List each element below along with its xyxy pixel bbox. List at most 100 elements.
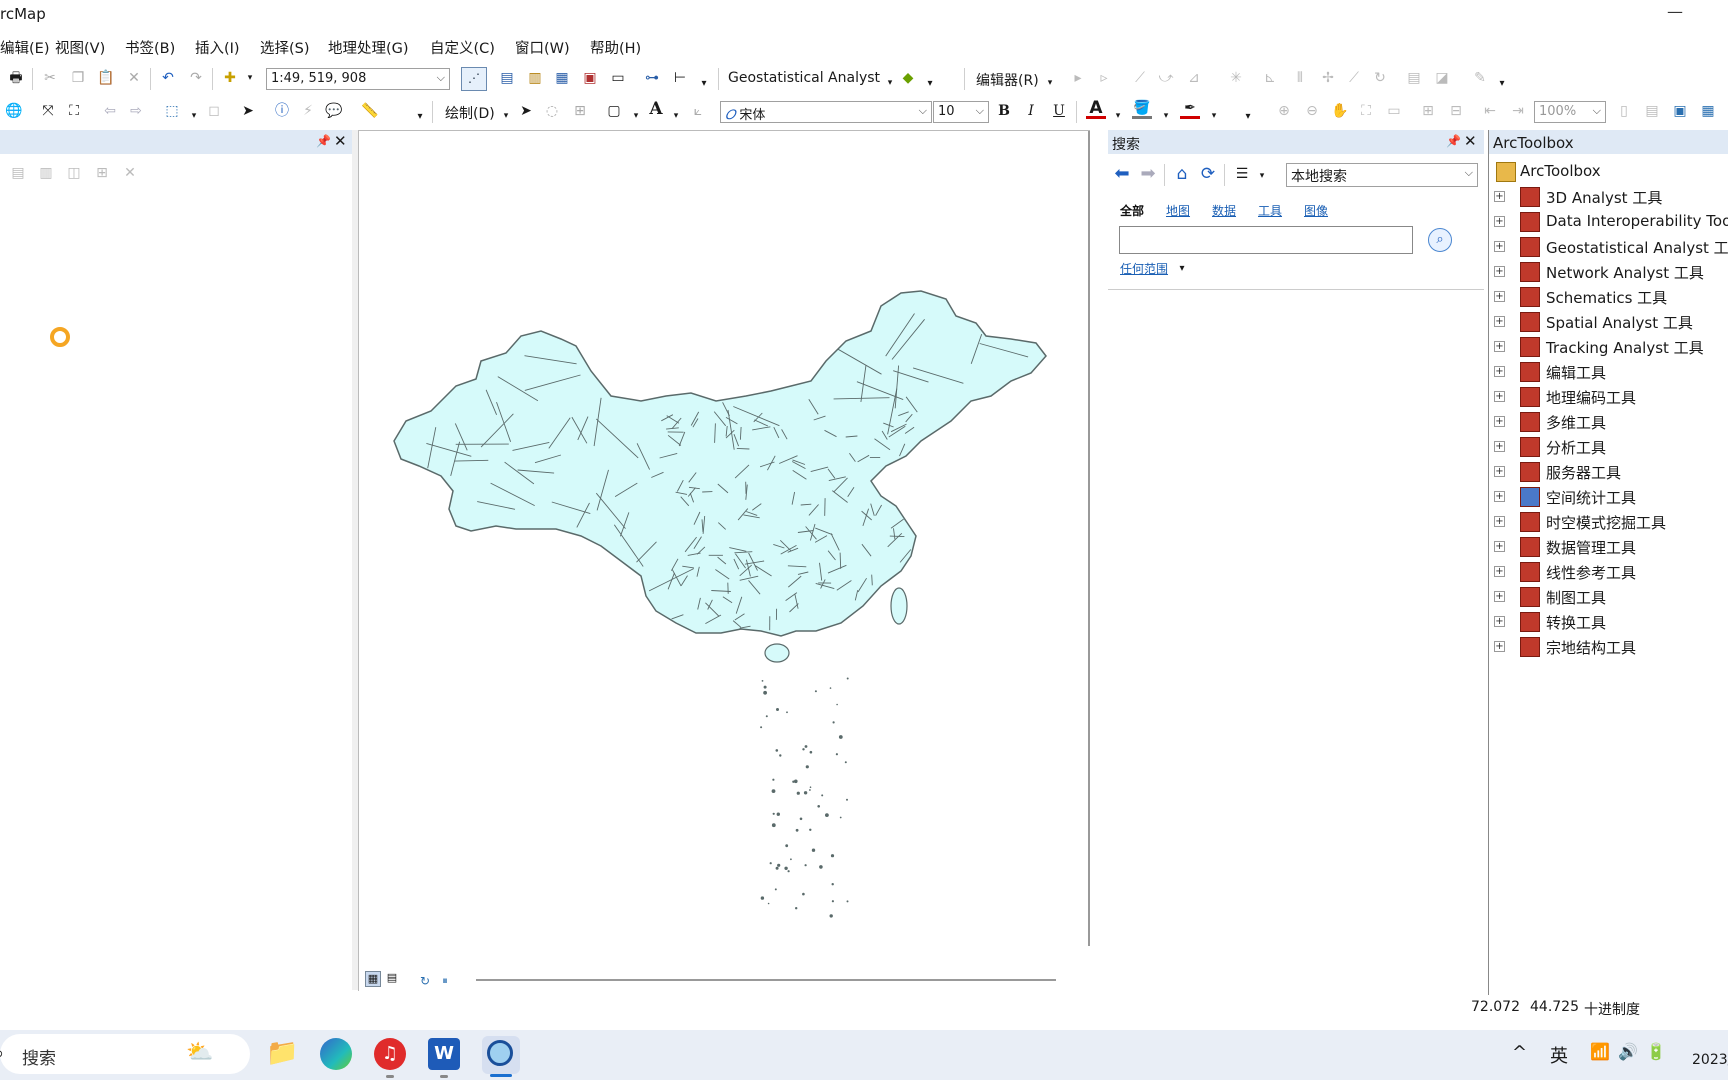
catalog-icon[interactable]: ▥ [525, 68, 545, 88]
toolbar-options-icon[interactable]: ▾ [920, 74, 940, 94]
toolbar-options-icon[interactable]: ▾ [1238, 107, 1258, 127]
menu-view[interactable]: 视图(V) [55, 37, 105, 58]
paste-icon[interactable]: 📋 [96, 68, 116, 88]
edit-tool-icon[interactable]: ▸ [1068, 68, 1088, 88]
expand-icon[interactable]: + [1494, 316, 1505, 327]
layout-view-icon[interactable]: ▤ [385, 971, 399, 985]
fixed-zoom-out-layout-icon[interactable]: ⊟ [1446, 101, 1466, 121]
layout-zoom-out-icon[interactable]: ⊖ [1302, 101, 1322, 121]
zoom-100-icon[interactable]: ▭ [1384, 101, 1404, 121]
close-icon[interactable]: ✕ [1464, 132, 1477, 150]
chevron-down-icon[interactable]: ▾ [880, 73, 900, 93]
search-icon[interactable]: ⌕ [1428, 228, 1452, 252]
menu-insert[interactable]: 插入(I) [195, 37, 240, 58]
expand-icon[interactable]: + [1494, 516, 1505, 527]
editor-toolbar-icon[interactable]: ⋰ [461, 67, 487, 91]
file-explorer-icon[interactable]: 📁 [266, 1038, 298, 1068]
battery-icon[interactable]: 🔋 [1646, 1042, 1666, 1061]
expand-icon[interactable]: + [1494, 191, 1505, 202]
edge-icon[interactable] [320, 1038, 352, 1070]
focus-data-frame-icon[interactable]: ▤ [1642, 101, 1662, 121]
data-view-icon[interactable]: ▦ [365, 971, 381, 987]
menu-edit[interactable]: 编辑(E) [0, 37, 49, 58]
create-features-icon[interactable]: ✎ [1470, 68, 1490, 88]
expand-icon[interactable]: + [1494, 266, 1505, 277]
copy-icon[interactable]: ❐ [68, 68, 88, 88]
chevron-down-icon[interactable]: ▾ [1156, 106, 1176, 126]
font-color-icon[interactable]: A [1086, 98, 1106, 119]
reshape-icon[interactable]: ⫴ [1290, 68, 1310, 88]
menu-customize[interactable]: 自定义(C) [430, 37, 495, 58]
view-options-icon[interactable]: ☰ [1232, 164, 1252, 184]
search-window-icon[interactable]: ▦ [552, 68, 572, 88]
fill-color-icon[interactable]: 🪣 [1132, 98, 1152, 119]
search-scope-dropdown[interactable]: 本地搜索 ⌵ [1286, 163, 1478, 187]
italic-button[interactable]: I [1021, 101, 1041, 121]
list-by-selection-icon[interactable]: ⊞ [92, 163, 112, 183]
expand-icon[interactable]: + [1494, 416, 1505, 427]
tab-tools[interactable]: 工具 [1258, 202, 1282, 219]
zoom-whole-page-icon[interactable]: ⛶ [1356, 101, 1376, 121]
menu-windows[interactable]: 窗口(W) [515, 37, 570, 58]
tab-data[interactable]: 数据 [1212, 202, 1236, 219]
tab-images[interactable]: 图像 [1304, 202, 1328, 219]
tab-all[interactable]: 全部 [1120, 202, 1144, 219]
straight-segment-icon[interactable]: ⟋ [1130, 68, 1150, 88]
chevron-down-icon[interactable]: ▾ [1040, 73, 1060, 93]
undo-icon[interactable]: ↶ [158, 68, 178, 88]
expand-icon[interactable]: + [1494, 566, 1505, 577]
full-extent-icon[interactable]: ⛶ [64, 101, 84, 121]
taskbar-date[interactable]: 2023/ [1692, 1052, 1728, 1068]
measure-icon[interactable]: ⊢ [670, 68, 690, 88]
globe-icon[interactable]: 🌐 [4, 101, 24, 121]
sketch-properties-icon[interactable]: ◪ [1432, 68, 1452, 88]
layout-zoom-in-icon[interactable]: ⊕ [1274, 101, 1294, 121]
go-forward-extent-icon[interactable]: ⇥ [1508, 101, 1528, 121]
underline-button[interactable]: U [1049, 101, 1069, 121]
pause-drawing-icon[interactable]: ⏸ [435, 971, 455, 991]
toolbar-options-icon[interactable]: ▾ [694, 74, 714, 94]
data-driven-pages-icon[interactable]: ▦ [1698, 101, 1718, 121]
geostatistical-analyst-menu[interactable]: Geostatistical Analyst [728, 70, 880, 86]
add-data-icon[interactable]: ✚ [220, 68, 240, 88]
close-icon[interactable]: ✕ [334, 132, 347, 150]
wifi-icon[interactable]: 📶 [1590, 1042, 1610, 1061]
chevron-down-icon[interactable]: ▾ [1204, 106, 1224, 126]
python-window-icon[interactable]: ▭ [608, 68, 628, 88]
split-icon[interactable]: ⟋ [1344, 68, 1364, 88]
toggle-draft-mode-icon[interactable]: ▯ [1614, 101, 1634, 121]
identify-icon[interactable]: ⓘ [272, 101, 292, 121]
model-builder-icon[interactable]: ⊶ [642, 68, 662, 88]
rotate-icon[interactable]: ↻ [1370, 68, 1390, 88]
taskbar-search-box[interactable]: ⌕ 搜索 ⛅ [0, 1034, 250, 1074]
back-extent-icon[interactable]: ⇦ [100, 101, 120, 121]
html-popup-icon[interactable]: 💬 [324, 101, 344, 121]
fixed-zoom-in-layout-icon[interactable]: ⊞ [1418, 101, 1438, 121]
chevron-down-icon[interactable]: ▾ [626, 106, 646, 126]
chevron-down-icon[interactable]: ▾ [240, 68, 260, 88]
layout-zoom-combo[interactable]: 100% ⌵ [1534, 101, 1606, 123]
expand-icon[interactable]: + [1494, 441, 1505, 452]
cut-polygon-icon[interactable]: ✢ [1318, 68, 1338, 88]
edit-vertices-draw-icon[interactable]: ⟀ [688, 101, 708, 121]
netease-music-icon[interactable]: ♫ [374, 1038, 406, 1070]
expand-icon[interactable]: + [1494, 491, 1505, 502]
pin-icon[interactable]: 📌 [316, 134, 331, 148]
font-size-combo[interactable]: 10 ⌵ [933, 101, 989, 123]
expand-icon[interactable]: + [1494, 641, 1505, 652]
search-input[interactable] [1119, 226, 1413, 254]
menu-help[interactable]: 帮助(H) [590, 37, 641, 58]
point-icon[interactable]: ✳ [1226, 68, 1246, 88]
list-by-source-icon[interactable]: ▥ [36, 163, 56, 183]
edit-vertices-icon[interactable]: ⊾ [1260, 68, 1280, 88]
attributes-icon[interactable]: ▤ [1404, 68, 1424, 88]
toolbar-options-icon[interactable]: ▾ [1492, 74, 1512, 94]
arctoolbox-icon[interactable]: ▣ [580, 68, 600, 88]
select-element-arrow-icon[interactable]: ➤ [516, 101, 536, 121]
chevron-down-icon[interactable]: ▾ [1172, 259, 1192, 279]
expand-icon[interactable]: + [1494, 291, 1505, 302]
geostatistical-wizard-icon[interactable]: ◆ [898, 68, 918, 88]
expand-icon[interactable]: + [1494, 391, 1505, 402]
bold-button[interactable]: B [994, 101, 1014, 121]
rectangle-icon[interactable]: ▢ [604, 101, 624, 121]
